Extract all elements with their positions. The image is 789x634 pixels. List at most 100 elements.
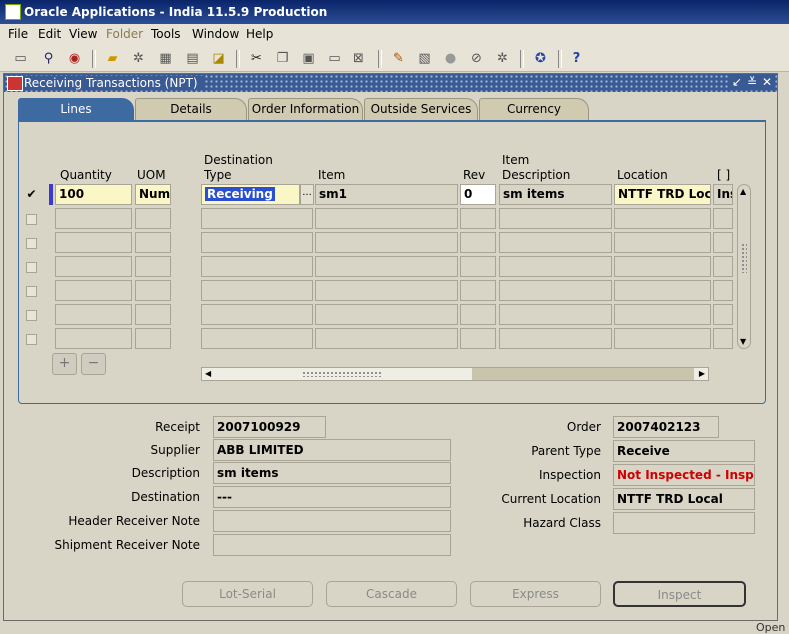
vertical-scrollbar[interactable]: ▲ ▼ [737, 184, 751, 349]
location-field[interactable] [614, 328, 711, 349]
location-field[interactable] [614, 256, 711, 277]
tab-currency[interactable]: Currency [479, 98, 589, 121]
item-description-field[interactable] [499, 232, 612, 253]
edit-field-icon[interactable]: ✎ [390, 51, 407, 67]
menu-edit[interactable]: Edit [38, 27, 61, 41]
location-field[interactable]: NTTF TRD Loc [614, 184, 711, 205]
horizontal-scrollbar[interactable]: ◀ ▶ [201, 367, 709, 381]
destination-type-field[interactable]: Receiving [201, 184, 300, 205]
lot-serial-button[interactable]: Lot-Serial [182, 581, 313, 607]
rev-field[interactable]: 0 [460, 184, 496, 205]
cut-icon[interactable]: ✂ [248, 51, 265, 67]
close-icon[interactable]: ✕ [760, 75, 774, 89]
tab-lines[interactable]: Lines [18, 98, 134, 121]
item-field[interactable] [315, 280, 458, 301]
rev-field[interactable] [460, 232, 496, 253]
shipment-receiver-note-field[interactable] [213, 534, 451, 556]
item-description-field[interactable] [499, 256, 612, 277]
add-row-button[interactable]: + [52, 353, 77, 375]
express-button[interactable]: Express [470, 581, 601, 607]
attachments-icon[interactable]: ⊘ [468, 51, 485, 67]
inspection-field[interactable]: Not Inspected - Inspec [613, 464, 755, 486]
gear-icon[interactable]: ✲ [130, 51, 147, 67]
extra-field[interactable] [713, 280, 733, 301]
find-icon[interactable]: ⚲ [40, 51, 57, 67]
save-icon[interactable]: ▦ [157, 51, 174, 67]
location-field[interactable] [614, 208, 711, 229]
maximize-icon[interactable]: ≚ [745, 75, 759, 89]
item-field[interactable] [315, 232, 458, 253]
scroll-left-icon[interactable]: ◀ [205, 368, 211, 380]
item-field[interactable] [315, 304, 458, 325]
item-field[interactable] [315, 328, 458, 349]
tab-order-information[interactable]: Order Information [248, 98, 363, 121]
extra-field[interactable]: Ins [713, 184, 733, 205]
menu-window[interactable]: Window [192, 27, 239, 41]
scroll-up-icon[interactable]: ▲ [740, 187, 746, 196]
row-select-checkbox[interactable]: ✔ [26, 188, 37, 201]
translations-icon[interactable]: ● [442, 51, 459, 67]
extra-field[interactable] [713, 328, 733, 349]
cascade-button[interactable]: Cascade [326, 581, 457, 607]
rev-field[interactable] [460, 328, 496, 349]
row-select-checkbox[interactable] [26, 238, 37, 249]
extra-field[interactable] [713, 304, 733, 325]
menu-tools[interactable]: Tools [151, 27, 181, 41]
row-select-checkbox[interactable] [26, 310, 37, 321]
destination-type-field[interactable] [201, 208, 313, 229]
supplier-field[interactable]: ABB LIMITED [213, 439, 451, 461]
menu-view[interactable]: View [69, 27, 97, 41]
uom-field[interactable] [135, 328, 171, 349]
help-icon[interactable]: ? [568, 51, 585, 67]
header-receiver-note-field[interactable] [213, 510, 451, 532]
item-description-field[interactable] [499, 208, 612, 229]
receipt-field[interactable]: 2007100929 [213, 416, 326, 438]
quantity-field[interactable] [55, 208, 132, 229]
row-select-checkbox[interactable] [26, 262, 37, 273]
scroll-right-icon[interactable]: ▶ [699, 368, 705, 380]
clear-record-icon[interactable]: ▭ [326, 51, 343, 67]
extra-field[interactable] [713, 232, 733, 253]
inspect-button[interactable]: Inspect [613, 581, 746, 607]
item-field[interactable]: sm1 [315, 184, 458, 205]
tab-details[interactable]: Details [135, 98, 247, 121]
uom-field[interactable]: Numb [135, 184, 171, 205]
quantity-field[interactable] [55, 280, 132, 301]
destination-type-field[interactable] [201, 280, 313, 301]
quantity-field[interactable] [55, 256, 132, 277]
item-field[interactable] [315, 208, 458, 229]
zoom-icon[interactable]: ▧ [416, 51, 433, 67]
destination-type-field[interactable] [201, 232, 313, 253]
rev-field[interactable] [460, 280, 496, 301]
rev-field[interactable] [460, 304, 496, 325]
uom-field[interactable] [135, 256, 171, 277]
scroll-down-icon[interactable]: ▼ [740, 337, 746, 346]
navigator-icon[interactable]: ◉ [66, 51, 83, 67]
uom-field[interactable] [135, 208, 171, 229]
close-form-icon[interactable]: ◪ [210, 51, 227, 67]
destination-type-field[interactable] [201, 256, 313, 277]
folder-tools-icon[interactable]: ✲ [494, 51, 511, 67]
lov-button[interactable]: ... [300, 184, 314, 205]
item-description-field[interactable] [499, 328, 612, 349]
parent-type-field[interactable]: Receive [613, 440, 755, 462]
rev-field[interactable] [460, 208, 496, 229]
quantity-field[interactable] [55, 304, 132, 325]
scroll-thumb[interactable] [741, 243, 747, 273]
destination-type-field[interactable] [201, 304, 313, 325]
row-select-checkbox[interactable] [26, 214, 37, 225]
destination-type-field[interactable] [201, 328, 313, 349]
menu-file[interactable]: File [8, 27, 28, 41]
open-folder-icon[interactable]: ▰ [104, 51, 121, 67]
scroll-thumb[interactable] [302, 371, 382, 377]
uom-field[interactable] [135, 280, 171, 301]
quantity-field[interactable] [55, 328, 132, 349]
item-description-field[interactable] [499, 280, 612, 301]
copy-icon[interactable]: ❐ [274, 51, 291, 67]
order-field[interactable]: 2007402123 [613, 416, 719, 438]
menu-folder[interactable]: Folder [106, 27, 143, 41]
quantity-field[interactable] [55, 232, 132, 253]
window-help-icon[interactable]: ✪ [532, 51, 549, 67]
current-location-field[interactable]: NTTF TRD Local [613, 488, 755, 510]
minimize-icon[interactable]: ↙ [730, 75, 744, 89]
